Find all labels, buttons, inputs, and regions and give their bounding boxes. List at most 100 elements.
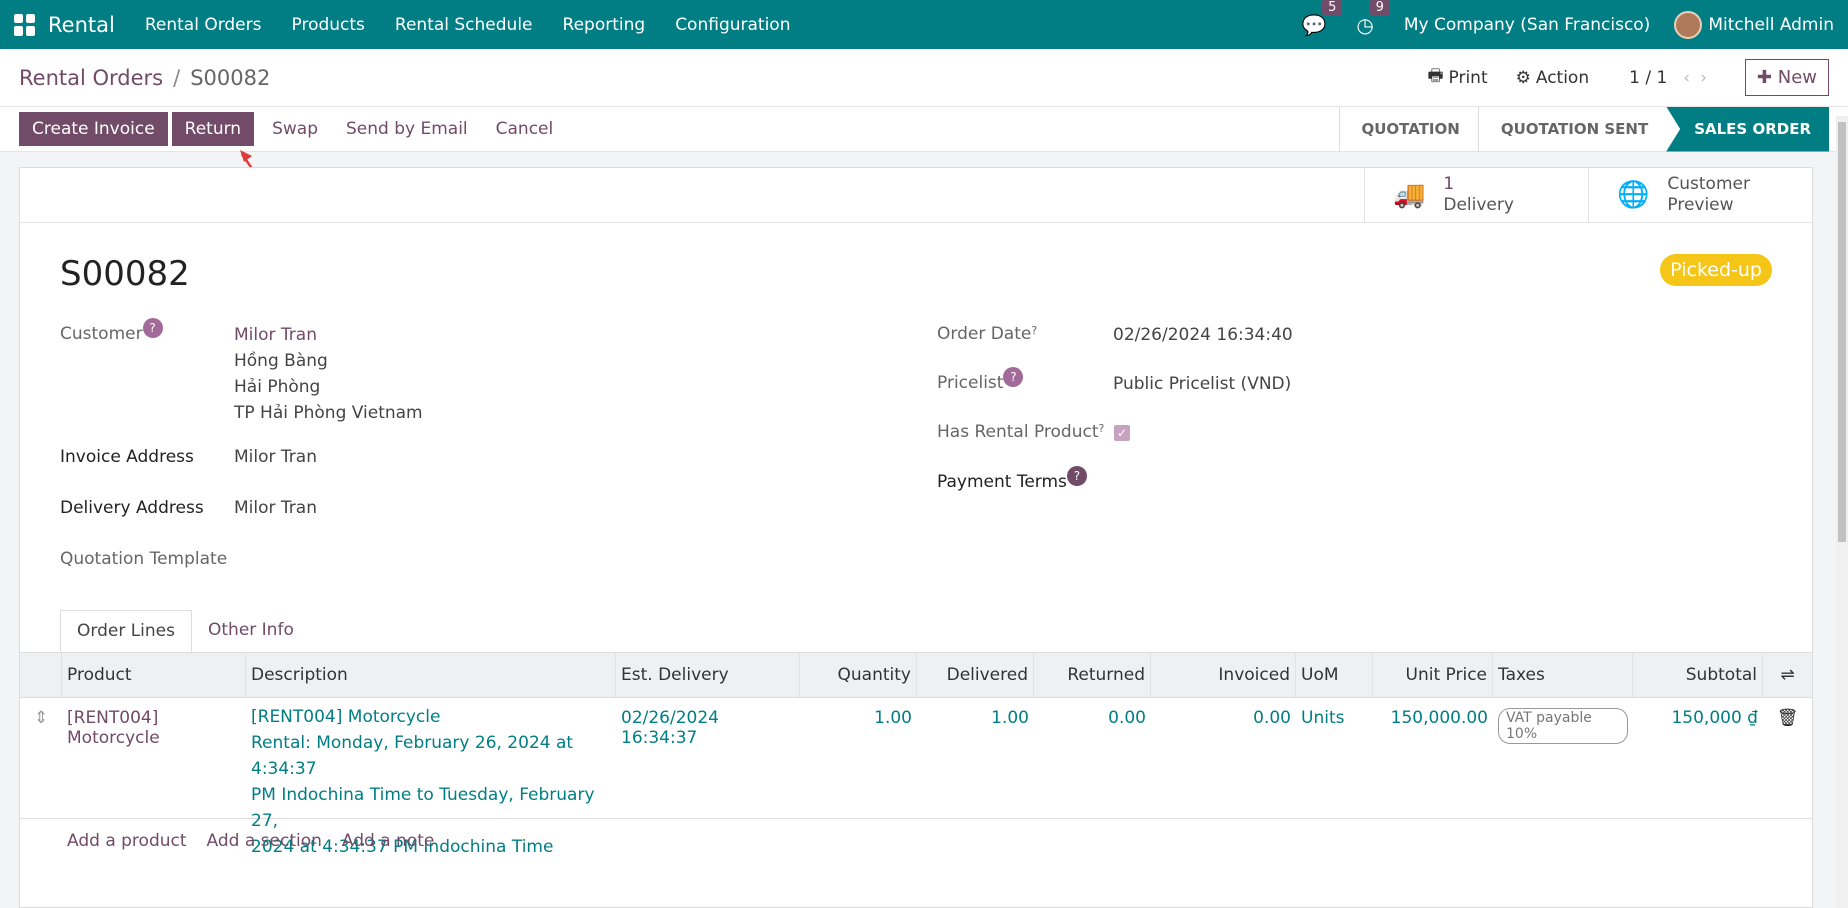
menu-products[interactable]: Products [292,15,365,35]
row-delivered[interactable]: 1.00 [917,698,1034,818]
breadcrumb-parent[interactable]: Rental Orders [19,66,163,90]
create-invoice-button[interactable]: Create Invoice [19,112,168,146]
apps-menu-icon[interactable] [14,13,36,36]
globe-icon: 🌐 [1617,180,1650,210]
row-returned[interactable]: 0.00 [1034,698,1151,818]
user-menu[interactable]: Mitchell Admin [1708,15,1834,35]
col-unit-price[interactable]: Unit Price [1373,653,1493,697]
help-icon[interactable]: ? [1003,367,1024,387]
invoice-address-label: Invoice Address [60,447,194,467]
print-button[interactable]: 🖶 Print [1427,63,1487,92]
delivery-address-label: Delivery Address [60,498,204,518]
help-icon[interactable]: ? [142,318,163,338]
customer-preview-button[interactable]: 🌐 Customer Preview [1588,168,1812,222]
col-taxes[interactable]: Taxes [1493,653,1633,697]
row-est-delivery[interactable]: 02/26/2024 16:34:37 [616,698,800,818]
form-sheet: 🚚 1 Delivery 🌐 Customer Preview S00082 Pic… [19,167,1813,908]
control-panel: Rental Orders / S00082 🖶 Print ⚙ Action 1 … [0,49,1848,107]
pager-value[interactable]: 1 / 1 [1629,68,1667,88]
swap-button[interactable]: Swap [258,112,332,146]
customer-link[interactable]: Milor Tran [234,325,317,345]
messages-icon[interactable]: 💬 5 [1302,0,1343,37]
row-description[interactable]: [RENT004] Motorcycle Rental: Monday, Feb… [246,698,616,857]
order-lines-table: Product Description Est. Delivery Quanti… [20,652,1812,862]
stage-sales-order[interactable]: SALES ORDER [1666,106,1829,152]
notebook-tabs: Order Lines Other Info [60,610,310,652]
form-action-bar: Create Invoice Return Swap Send by Email… [0,106,1848,152]
send-email-button[interactable]: Send by Email [332,112,482,146]
help-icon[interactable]: ? [1066,466,1087,486]
delivery-smart-button[interactable]: 🚚 1 Delivery [1364,168,1588,222]
payment-terms-label: Payment Terms? [937,466,1087,492]
chevron-left-icon[interactable]: ‹ [1683,68,1700,88]
delivery-address-field[interactable]: Milor Tran [234,498,317,518]
app-name[interactable]: Rental [48,13,115,37]
order-date-label: Order Date? [937,324,1038,344]
stage-quotation[interactable]: QUOTATION [1338,106,1478,152]
customer-label: Customer? [60,318,163,344]
row-unit-price[interactable]: 150,000.00 [1373,698,1493,818]
table-row[interactable]: ⇕ [RENT004] Motorcycle [RENT004] Motorcy… [20,698,1812,857]
menu-reporting[interactable]: Reporting [563,15,646,35]
tab-order-lines[interactable]: Order Lines [60,610,192,652]
order-date-field[interactable]: 02/26/2024 16:34:40 [1113,325,1293,345]
col-description[interactable]: Description [246,653,616,697]
order-title: S00082 [60,254,190,294]
column-settings-icon[interactable]: ⇌ [1763,653,1812,697]
breadcrumb-current: S00082 [190,65,271,90]
new-button[interactable]: ✚ New [1744,59,1829,96]
row-uom[interactable]: Units [1296,698,1373,818]
col-delivered[interactable]: Delivered [917,653,1034,697]
company-switcher[interactable]: My Company (San Francisco) [1404,15,1650,35]
invoice-address-field[interactable]: Milor Tran [234,447,317,467]
customer-address-line3: TP Hải Phòng Vietnam [234,403,423,423]
cancel-button[interactable]: Cancel [482,112,568,146]
row-quantity[interactable]: 1.00 [800,698,917,818]
breadcrumb-separator: / [173,65,181,90]
col-subtotal[interactable]: Subtotal [1633,653,1763,697]
col-product[interactable]: Product [62,653,246,697]
status-badge: Picked-up [1660,254,1772,286]
stage-quotation-sent[interactable]: QUOTATION SENT [1477,106,1666,152]
chevron-right-icon[interactable]: › [1700,68,1717,88]
col-returned[interactable]: Returned [1034,653,1151,697]
smart-buttons: 🚚 1 Delivery 🌐 Customer Preview [20,168,1812,223]
avatar[interactable] [1674,10,1703,39]
table-header: Product Description Est. Delivery Quanti… [20,652,1812,698]
menu-rental-schedule[interactable]: Rental Schedule [395,15,533,35]
drag-handle-icon[interactable]: ⇕ [20,698,62,818]
messages-badge: 5 [1322,0,1343,16]
row-product[interactable]: [RENT004] Motorcycle [62,698,246,818]
row-subtotal: 150,000 ₫ [1671,708,1758,728]
row-taxes[interactable]: VAT payable 10% [1493,698,1633,818]
customer-address-line1: Hồng Bàng [234,351,328,371]
col-uom[interactable]: UoM [1296,653,1373,697]
has-rental-checkbox[interactable]: ✓ [1114,425,1130,441]
menu-rental-orders[interactable]: Rental Orders [145,15,262,35]
activities-badge: 9 [1369,0,1390,16]
tax-badge: VAT payable 10% [1498,708,1628,744]
add-product-link[interactable]: Add a product [67,831,187,851]
quotation-template-label: Quotation Template [60,549,228,569]
pricelist-label: Pricelist? [937,367,1024,393]
pricelist-field[interactable]: Public Pricelist (VND) [1113,374,1291,394]
add-section-link[interactable]: Add a section [207,831,322,851]
has-rental-label: Has Rental Product? [937,422,1105,442]
trash-icon[interactable]: 🗑 [1763,698,1812,818]
menu-configuration[interactable]: Configuration [675,15,790,35]
activities-icon[interactable]: ◷ 9 [1356,0,1390,37]
action-button[interactable]: ⚙ Action [1516,68,1590,88]
truck-icon: 🚚 [1393,180,1426,210]
plus-icon: ✚ [1756,67,1772,88]
col-quantity[interactable]: Quantity [800,653,917,697]
col-est-delivery[interactable]: Est. Delivery [616,653,800,697]
pager-arrows[interactable]: ‹› [1683,68,1717,88]
return-button[interactable]: Return [171,112,255,146]
col-invoiced[interactable]: Invoiced [1151,653,1296,697]
top-navbar: Rental Rental Orders Products Rental Sch… [0,0,1848,49]
page-scrollbar[interactable] [1836,116,1848,908]
add-note-link[interactable]: Add a note [342,831,434,851]
print-icon: 🖶 [1427,66,1444,86]
tab-other-info[interactable]: Other Info [192,610,310,652]
row-invoiced[interactable]: 0.00 [1151,698,1296,818]
